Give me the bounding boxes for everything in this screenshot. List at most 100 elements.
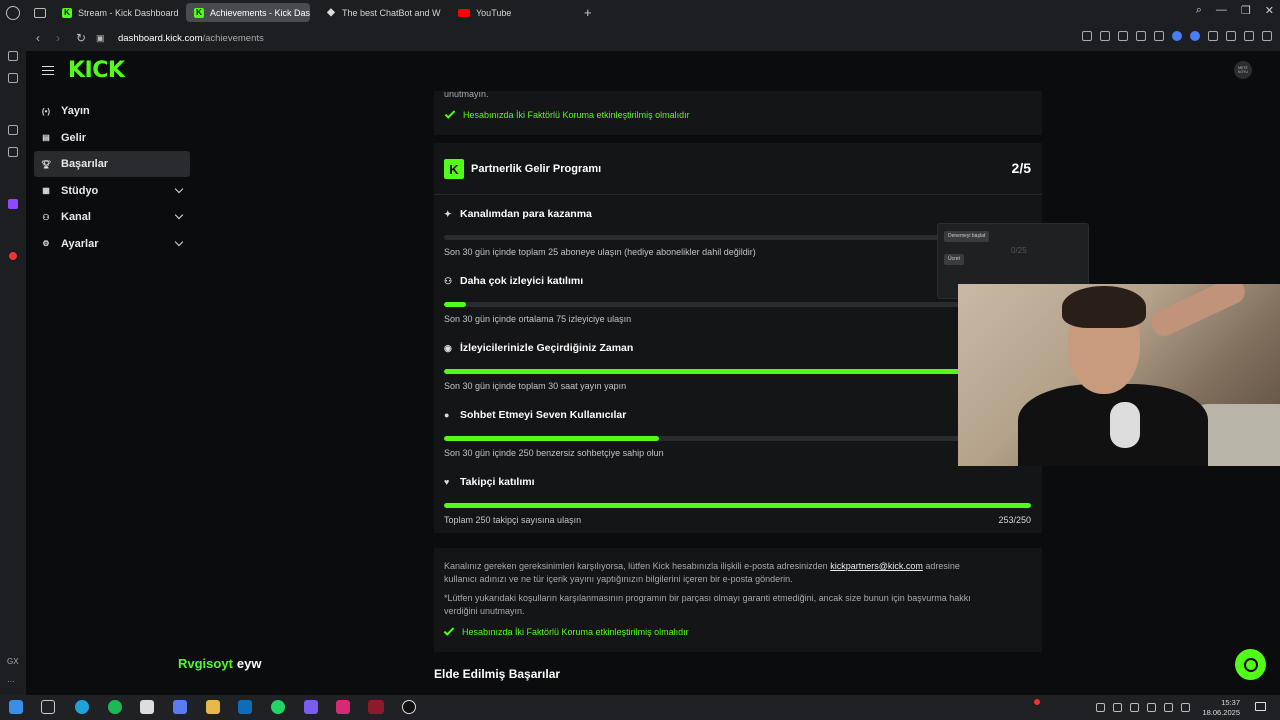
- play-icon[interactable]: [1136, 31, 1146, 41]
- achievement-desc: Son 30 gün içinde toplam 30 saat yayın y…: [444, 381, 627, 391]
- network-icon[interactable]: [1113, 703, 1122, 712]
- taskbar-clock[interactable]: 15:37 18.06.2025: [1202, 698, 1240, 718]
- download-icon[interactable]: [1244, 31, 1254, 41]
- kick-favicon-icon: K: [194, 7, 204, 18]
- twitch-icon[interactable]: [8, 199, 18, 209]
- live-icon[interactable]: [9, 252, 17, 260]
- tab-stream-dashboard[interactable]: K Stream - Kick Dashboard: [54, 3, 178, 22]
- downloads-icon[interactable]: [8, 73, 18, 83]
- wallet-icon[interactable]: [1226, 31, 1236, 41]
- puzzle-icon[interactable]: [1208, 31, 1218, 41]
- progress-bar: [444, 302, 1031, 307]
- task-view-icon[interactable]: [41, 700, 55, 714]
- pen-icon[interactable]: [1130, 703, 1139, 712]
- heart-icon: ♥: [444, 477, 450, 487]
- chat-username: Rvgisoyt: [178, 656, 233, 671]
- edge-icon[interactable]: [75, 700, 89, 714]
- instagram-icon[interactable]: [336, 700, 350, 714]
- achievement-item: ◉ İzleyicilerinizle Geçirdiğiniz Zaman So…: [444, 342, 1031, 391]
- gx-icon[interactable]: GX: [7, 657, 19, 666]
- language-icon[interactable]: [1181, 703, 1190, 712]
- program-title: Partnerlik Gelir Programı: [471, 163, 602, 175]
- achievement-desc: Son 30 gün içinde ortalama 75 izleyiciye…: [444, 314, 632, 324]
- close-icon[interactable]: ✕: [1265, 4, 1274, 17]
- sidebar-item-gelir[interactable]: ▤ Gelir: [34, 125, 190, 151]
- popup-fee-button[interactable]: Ücret: [944, 254, 964, 265]
- sidebar-item-studyo[interactable]: ▦ Stüdyo: [34, 178, 190, 204]
- webcam-overlay: [958, 284, 1280, 466]
- previous-program-card: unutmayın. Hesabınızda İki Faktörlü Koru…: [434, 89, 1042, 135]
- forward-icon[interactable]: ›: [56, 31, 66, 45]
- sparkle-icon: ✦: [444, 208, 452, 219]
- vpn-icon[interactable]: [1190, 31, 1200, 41]
- info-line-4: verdiğini unutmayın.: [444, 606, 525, 616]
- avatar[interactable]: METE KOYU: [1234, 61, 1252, 79]
- tab-overview-icon[interactable]: [34, 7, 46, 18]
- restore-icon[interactable]: ❐: [1241, 4, 1251, 17]
- whatsapp-icon[interactable]: [271, 700, 285, 714]
- history-icon[interactable]: [8, 51, 18, 61]
- obs-icon[interactable]: [402, 700, 416, 714]
- notification-center-icon[interactable]: [1255, 702, 1266, 711]
- chevron-down-icon[interactable]: [174, 211, 184, 220]
- store-icon[interactable]: [140, 700, 154, 714]
- tab-label: The best ChatBot and W: [342, 7, 441, 18]
- volume-icon[interactable]: [1147, 703, 1156, 712]
- opera-gx-icon[interactable]: [368, 700, 384, 714]
- chat-icon: ●: [444, 410, 450, 420]
- snapshot-icon[interactable]: [1100, 31, 1110, 41]
- copilot-icon[interactable]: [173, 700, 187, 714]
- sidebar-item-kanal[interactable]: ⚇ Kanal: [34, 204, 190, 230]
- webcam-arm: [1147, 284, 1249, 340]
- chatgpt-icon[interactable]: [8, 147, 18, 157]
- help-chat-button[interactable]: [1235, 649, 1266, 680]
- browser-menu-icon[interactable]: [6, 5, 20, 20]
- chevron-down-icon[interactable]: [174, 237, 184, 247]
- tab-youtube[interactable]: YouTube: [450, 3, 574, 22]
- info-text: Kanalınız gereken gereksinimleri karşılı…: [444, 561, 828, 571]
- heart-icon[interactable]: [1154, 31, 1164, 41]
- info-line-2: kullanıcı adınızı ve ne tür içerik yayın…: [444, 574, 793, 584]
- bookmark-icon[interactable]: [1082, 31, 1092, 41]
- windows-taskbar: 15:37 18.06.2025: [0, 695, 1280, 720]
- file-explorer-icon[interactable]: [206, 700, 220, 714]
- new-tab-icon[interactable]: +: [584, 5, 592, 20]
- viewers-icon: ⚇: [444, 275, 453, 286]
- battery-icon[interactable]: [1164, 703, 1173, 712]
- reload-icon[interactable]: ↻: [76, 31, 86, 45]
- info-line-1: Kanalınız gereken gereksinimleri karşılı…: [444, 560, 1032, 573]
- sidebar-item-ayarlar[interactable]: ⚙ Ayarlar: [34, 231, 190, 257]
- aria-icon[interactable]: [8, 125, 18, 135]
- progress-bar: [444, 436, 1031, 441]
- kick-logo[interactable]: KICK: [68, 58, 125, 83]
- achievements-content: unutmayın. Hesabınızda İki Faktörlü Koru…: [434, 89, 1042, 652]
- sidebar-item-yayin[interactable]: (•) Yayın: [34, 98, 190, 124]
- browser-sidebar: GX ···: [0, 25, 26, 695]
- back-icon[interactable]: ‹: [36, 31, 46, 45]
- more-dots-icon[interactable]: ···: [7, 677, 15, 686]
- popup-start-button[interactable]: Denemeyi başlat: [944, 231, 990, 242]
- shield-icon[interactable]: [1118, 31, 1128, 41]
- trailing-text: unutmayın.: [444, 89, 489, 99]
- spotify-icon[interactable]: [108, 700, 122, 714]
- minimize-icon[interactable]: —: [1216, 4, 1227, 17]
- chevron-down-icon[interactable]: [174, 184, 184, 194]
- search-icon[interactable]: ⌕: [1196, 4, 1202, 17]
- tab-chatbot[interactable]: ◆ The best ChatBot and W: [318, 3, 442, 22]
- more-icon[interactable]: [1262, 31, 1272, 41]
- partner-email-link[interactable]: kickpartners@kick.com: [830, 561, 923, 571]
- sidebar-item-basarilar[interactable]: 🏆︎ Başarılar: [34, 151, 190, 178]
- hamburger-menu-icon[interactable]: [42, 66, 54, 75]
- extension-icon[interactable]: [1172, 31, 1182, 41]
- progress-fill: [444, 369, 1031, 374]
- outlook-icon[interactable]: [238, 700, 252, 714]
- url-field[interactable]: dashboard.kick.com/achievements: [118, 33, 264, 44]
- teams-icon[interactable]: [304, 700, 318, 714]
- start-icon[interactable]: [9, 700, 23, 714]
- clock-date: 18.06.2025: [1202, 708, 1240, 717]
- chevron-up-icon[interactable]: [1096, 703, 1105, 712]
- window-controls: ⌕ — ❐ ✕: [1196, 4, 1274, 17]
- twofa-requirement: Hesabınızda İki Faktörlü Koruma etkinleş…: [443, 625, 1032, 637]
- stream-chat-overlay: Rvgisoyt eyw: [178, 656, 261, 671]
- tab-achievements[interactable]: K Achievements - Kick Das: [186, 3, 310, 22]
